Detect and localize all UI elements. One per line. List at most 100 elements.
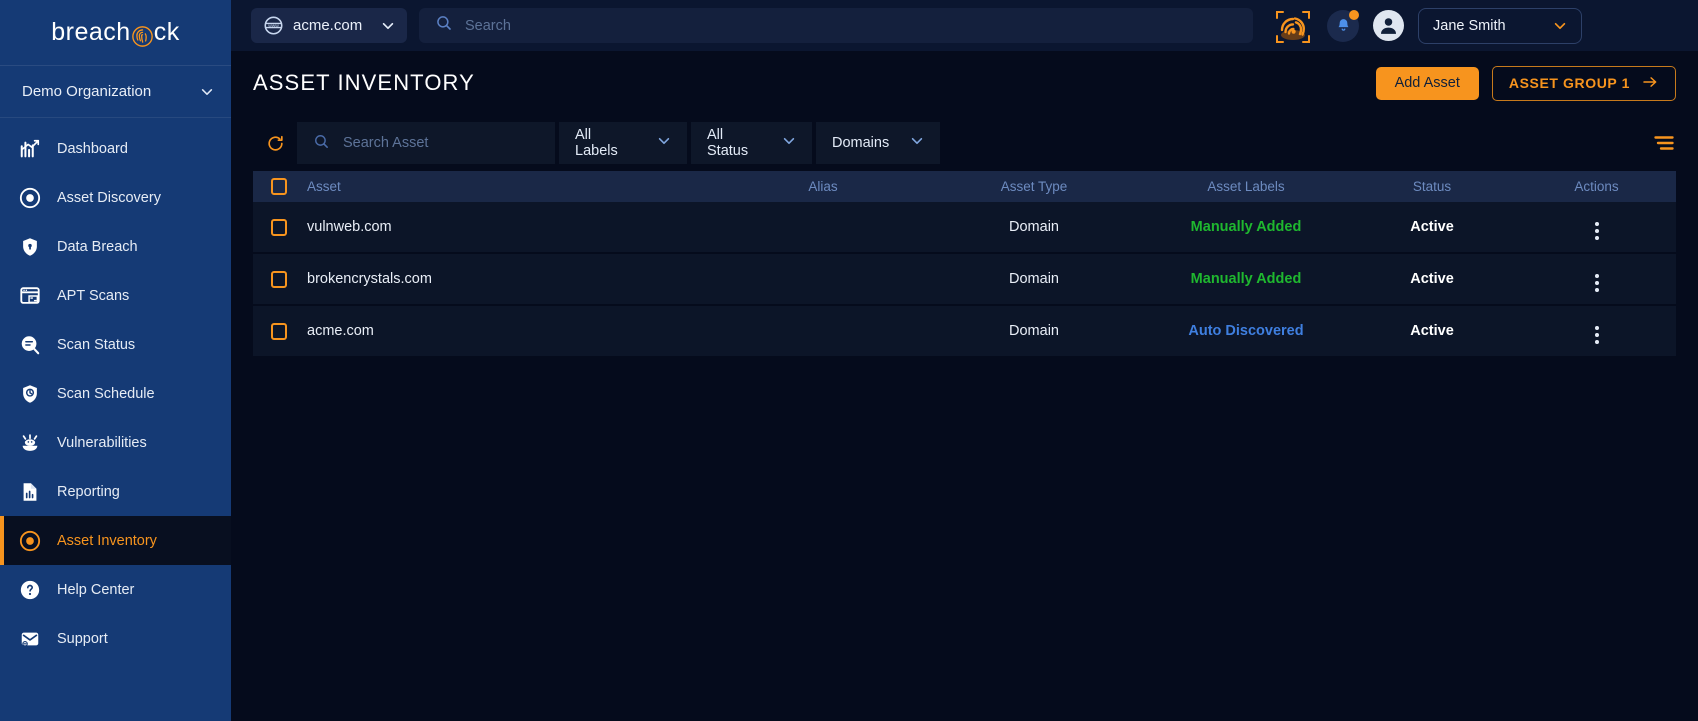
- domains-filter-select[interactable]: Domains: [816, 122, 940, 164]
- target-circle-icon: [18, 529, 41, 552]
- sidebar-item-label: Help Center: [57, 582, 134, 598]
- row-select-cell: [253, 219, 305, 236]
- brand-name-part2: ck: [154, 18, 180, 47]
- sidebar-item-scan-schedule[interactable]: Scan Schedule: [0, 369, 231, 418]
- table-row[interactable]: vulnweb.com Domain Manually Added Active: [253, 202, 1676, 254]
- search-status-icon: [18, 333, 41, 356]
- fingerprint-scan-icon[interactable]: [1271, 5, 1313, 47]
- sidebar-item-reporting[interactable]: Reporting: [0, 467, 231, 516]
- status-filter-select[interactable]: All Status: [691, 122, 812, 164]
- asset-group-button[interactable]: ASSET GROUP 1: [1492, 66, 1676, 101]
- labels-filter-select[interactable]: All Labels: [559, 122, 687, 164]
- page-actions: Add Asset ASSET GROUP 1: [1376, 66, 1676, 101]
- asset-search-input[interactable]: Search Asset: [343, 135, 428, 151]
- global-search-input[interactable]: Search: [465, 18, 511, 34]
- cell-asset-type: Domain: [923, 271, 1145, 287]
- column-header-asset-type[interactable]: Asset Type: [923, 179, 1145, 194]
- brand-logo[interactable]: breach ck: [0, 0, 231, 66]
- sidebar-item-data-breach[interactable]: Data Breach: [0, 222, 231, 271]
- sidebar-nav: Dashboard Asset Discovery Data Breach AP…: [0, 118, 231, 721]
- sidebar-item-label: Scan Schedule: [57, 386, 155, 402]
- svg-text:www: www: [268, 24, 279, 29]
- table-row[interactable]: brokencrystals.com Domain Manually Added…: [253, 254, 1676, 306]
- page-header: ASSET INVENTORY Add Asset ASSET GROUP 1: [231, 51, 1698, 115]
- table-row[interactable]: acme.com Domain Auto Discovered Active: [253, 306, 1676, 358]
- sidebar-item-support[interactable]: Support: [0, 614, 231, 663]
- user-menu-name: Jane Smith: [1433, 18, 1506, 34]
- kebab-menu-icon[interactable]: [1595, 222, 1599, 240]
- user-menu[interactable]: Jane Smith: [1418, 8, 1582, 44]
- shield-lock-icon: [18, 235, 41, 258]
- cell-actions: [1517, 214, 1676, 240]
- filter-bar: Search Asset All Labels All Status Domai…: [231, 115, 1698, 171]
- chevron-down-icon: [782, 134, 796, 152]
- column-header-status[interactable]: Status: [1347, 179, 1517, 194]
- sidebar: breach ck Demo Organization: [0, 0, 231, 721]
- sidebar-item-apt-scans[interactable]: APT Scans: [0, 271, 231, 320]
- sidebar-item-label: Vulnerabilities: [57, 435, 147, 451]
- row-checkbox[interactable]: [271, 323, 287, 340]
- sidebar-item-label: Asset Discovery: [57, 190, 161, 206]
- user-avatar-icon[interactable]: [1373, 10, 1404, 41]
- sidebar-item-label: Asset Inventory: [57, 533, 157, 549]
- cell-asset-type: Domain: [923, 219, 1145, 235]
- question-circle-icon: [18, 578, 41, 601]
- select-all-checkbox[interactable]: [271, 178, 287, 195]
- asset-group-label: ASSET GROUP 1: [1509, 75, 1630, 91]
- cell-asset-label: Manually Added: [1145, 219, 1347, 235]
- status-filter-value: All Status: [707, 127, 762, 159]
- refresh-button[interactable]: [253, 134, 297, 153]
- sidebar-item-asset-discovery[interactable]: Asset Discovery: [0, 173, 231, 222]
- global-search[interactable]: Search: [419, 8, 1253, 43]
- domain-selector-value: acme.com: [293, 17, 362, 34]
- column-header-asset-labels[interactable]: Asset Labels: [1145, 179, 1347, 194]
- asset-search[interactable]: Search Asset: [297, 122, 555, 164]
- column-header-asset[interactable]: Asset: [305, 179, 723, 194]
- row-checkbox[interactable]: [271, 271, 287, 288]
- cell-actions: [1517, 318, 1676, 344]
- table-header-row: Asset Alias Asset Type Asset Labels Stat…: [253, 171, 1676, 202]
- cell-asset-label: Manually Added: [1145, 271, 1347, 287]
- arrow-right-icon: [1641, 73, 1659, 94]
- shield-clock-icon: [18, 382, 41, 405]
- sidebar-item-vulnerabilities[interactable]: Vulnerabilities: [0, 418, 231, 467]
- column-header-alias[interactable]: Alias: [723, 179, 923, 194]
- chart-growth-icon: [18, 137, 41, 160]
- cell-asset-type: Domain: [923, 323, 1145, 339]
- asset-table: Asset Alias Asset Type Asset Labels Stat…: [231, 171, 1698, 721]
- filter-lines-icon[interactable]: [1652, 131, 1676, 155]
- sidebar-item-label: Scan Status: [57, 337, 135, 353]
- sidebar-item-dashboard[interactable]: Dashboard: [0, 124, 231, 173]
- sidebar-item-asset-inventory[interactable]: Asset Inventory: [0, 516, 231, 565]
- cell-asset-label: Auto Discovered: [1145, 323, 1347, 339]
- chevron-down-icon: [381, 19, 395, 33]
- sidebar-item-scan-status[interactable]: Scan Status: [0, 320, 231, 369]
- search-icon: [435, 14, 453, 37]
- domain-selector[interactable]: www acme.com: [251, 8, 407, 43]
- kebab-menu-icon[interactable]: [1595, 326, 1599, 344]
- domains-filter-value: Domains: [832, 135, 889, 151]
- organization-selector[interactable]: Demo Organization: [0, 66, 231, 118]
- sidebar-item-label: Reporting: [57, 484, 120, 500]
- add-asset-button[interactable]: Add Asset: [1376, 67, 1479, 100]
- sidebar-item-label: APT Scans: [57, 288, 129, 304]
- row-select-cell: [253, 323, 305, 340]
- cell-status: Active: [1347, 271, 1517, 287]
- topbar: www acme.com Search: [231, 0, 1698, 51]
- kebab-menu-icon[interactable]: [1595, 274, 1599, 292]
- cell-asset: acme.com: [305, 323, 723, 339]
- notification-badge: [1349, 10, 1359, 20]
- sidebar-item-label: Data Breach: [57, 239, 138, 255]
- column-header-actions: Actions: [1517, 179, 1676, 194]
- row-checkbox[interactable]: [271, 219, 287, 236]
- bug-icon: [18, 431, 41, 454]
- notifications-button[interactable]: [1327, 10, 1359, 42]
- cell-asset: vulnweb.com: [305, 219, 723, 235]
- sidebar-item-help-center[interactable]: Help Center: [0, 565, 231, 614]
- chevron-down-icon: [1553, 19, 1567, 33]
- fingerprint-icon: [132, 25, 153, 46]
- cell-actions: [1517, 266, 1676, 292]
- sidebar-item-label: Dashboard: [57, 141, 128, 157]
- cell-status: Active: [1347, 323, 1517, 339]
- app-root: breach ck Demo Organization: [0, 0, 1698, 721]
